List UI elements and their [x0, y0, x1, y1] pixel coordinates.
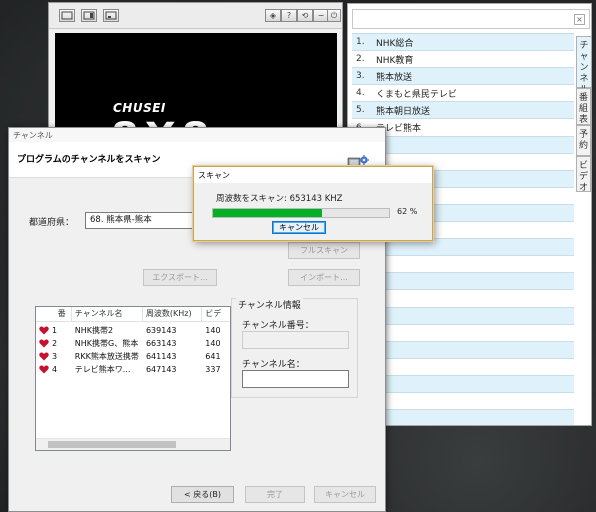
- table-row[interactable]: 4 テレビ熊本ワ... 647143 337: [36, 363, 230, 376]
- channel-name: NHK教育: [376, 55, 414, 66]
- scanned-channel-table[interactable]: 番 チャンネル名 周波数(KHz) ビデ 1 NHK携帯2 639143 140 2 NH…: [35, 306, 231, 451]
- list-item[interactable]: 3. 熊本放送: [352, 68, 574, 86]
- column-video[interactable]: ビデ: [202, 307, 230, 321]
- prefecture-select[interactable]: 68. 熊本県-熊本: [85, 212, 205, 229]
- brand-logo-small: CHUSEI: [113, 101, 166, 115]
- table-cell-freq: 639143: [145, 326, 177, 335]
- player-window: ◈ ? ⟲ − ⏻ CHUSEI 8X8: [48, 2, 343, 148]
- channel-number-field: [242, 331, 349, 349]
- table-cell-name: NHK携帯2: [74, 326, 114, 335]
- channel-number: 5.: [356, 105, 365, 116]
- table-header: 番 チャンネル名 周波数(KHz) ビデ: [36, 307, 230, 322]
- favorite-heart-icon: [39, 365, 49, 374]
- scan-progress-percent: 62 %: [397, 207, 418, 216]
- scrollbar-thumb[interactable]: [48, 441, 176, 448]
- channel-info-title: チャンネル情報: [236, 298, 303, 311]
- favorite-heart-icon: [39, 352, 49, 361]
- full-scan-button[interactable]: フルスキャン: [288, 242, 360, 259]
- favorite-heart-icon: [39, 326, 49, 335]
- scan-progress-bar: [212, 208, 390, 218]
- import-button[interactable]: インポート...: [288, 269, 360, 286]
- table-cell-freq: 647143: [145, 365, 177, 374]
- back-button[interactable]: < 戻る(B): [171, 486, 234, 503]
- table-cell-name: NHK携帯G、熊本: [74, 339, 139, 348]
- scan-status-text: 周波数をスキャン: 653143 KHZ: [216, 194, 343, 204]
- channel-number: 1.: [356, 37, 365, 48]
- channel-number-label: チャンネル番号：: [242, 321, 314, 331]
- cancel-button[interactable]: キャンセル: [314, 486, 376, 503]
- progress-cancel-button[interactable]: キャンセル: [272, 221, 326, 234]
- table-cell-freq: 641143: [145, 352, 177, 361]
- list-item[interactable]: 4. くまもと県民テレビ: [352, 85, 574, 103]
- channel-number: 3.: [356, 71, 365, 82]
- list-item[interactable]: 1. NHK総合: [352, 34, 574, 52]
- channel-name: くまもと県民テレビ: [376, 89, 457, 100]
- tab-program-guide[interactable]: 番組表: [576, 88, 591, 125]
- column-frequency[interactable]: 周波数(KHz): [143, 307, 203, 321]
- favorite-heart-icon: [39, 339, 49, 348]
- list-item[interactable]: 2. NHK教育: [352, 51, 574, 69]
- table-row[interactable]: 3 RKK熊本放送携帯 641143 641: [36, 350, 230, 363]
- list-item[interactable]: 5. 熊本朝日放送: [352, 102, 574, 120]
- scan-progress-fill: [213, 209, 323, 217]
- export-button[interactable]: エクスポート...: [143, 269, 217, 286]
- channel-number: 2.: [356, 54, 365, 65]
- progress-dialog-title: スキャン: [194, 167, 432, 183]
- table-cell-name: RKK熊本放送携帯: [74, 352, 139, 361]
- view-picture-icon[interactable]: [103, 9, 119, 22]
- channel-number: 4.: [356, 88, 365, 99]
- table-cell-name: テレビ熊本ワ...: [74, 365, 131, 374]
- tab-channel[interactable]: チャンネル: [576, 36, 591, 95]
- horizontal-scrollbar[interactable]: [36, 438, 230, 450]
- channel-name: 熊本放送: [376, 72, 413, 83]
- tab-reservation[interactable]: 予約: [576, 125, 591, 156]
- power-icon[interactable]: ⏻: [327, 9, 341, 22]
- help-icon[interactable]: ?: [281, 9, 297, 22]
- table-cell-freq: 663143: [145, 339, 177, 348]
- finish-button[interactable]: 完了: [245, 486, 305, 503]
- home-icon[interactable]: ◈: [265, 9, 281, 22]
- table-cell-video: 140: [205, 339, 221, 348]
- column-number[interactable]: 番: [36, 307, 72, 321]
- dialog-title: チャンネル: [9, 128, 385, 142]
- channel-name-field[interactable]: [242, 370, 349, 388]
- table-cell-video: 641: [205, 352, 221, 361]
- channel-name-label: チャンネル名：: [242, 360, 305, 370]
- channel-name: NHK総合: [376, 38, 414, 49]
- view-split-icon[interactable]: [81, 9, 97, 22]
- view-single-icon[interactable]: [59, 9, 75, 22]
- close-icon[interactable]: ×: [574, 14, 585, 25]
- page-title: プログラムのチャンネルをスキャン: [17, 155, 161, 165]
- channel-name: 熊本朝日放送: [376, 106, 431, 117]
- scan-progress-dialog: スキャン 周波数をスキャン: 653143 KHZ 62 % キャンセル: [193, 166, 433, 241]
- player-toolbar: ◈ ? ⟲ − ⏻: [49, 3, 342, 29]
- table-cell-video: 337: [205, 365, 221, 374]
- prefecture-label: 都道府県：: [29, 218, 75, 228]
- column-channel-name[interactable]: チャンネル名: [72, 307, 143, 321]
- restore-icon[interactable]: ⟲: [297, 9, 313, 22]
- table-row[interactable]: 2 NHK携帯G、熊本 663143 140: [36, 337, 230, 350]
- tab-video[interactable]: ビデオ: [576, 156, 591, 193]
- table-row[interactable]: 1 NHK携帯2 639143 140: [36, 324, 230, 337]
- channel-search-input[interactable]: ×: [352, 9, 590, 29]
- table-cell-video: 140: [205, 326, 221, 335]
